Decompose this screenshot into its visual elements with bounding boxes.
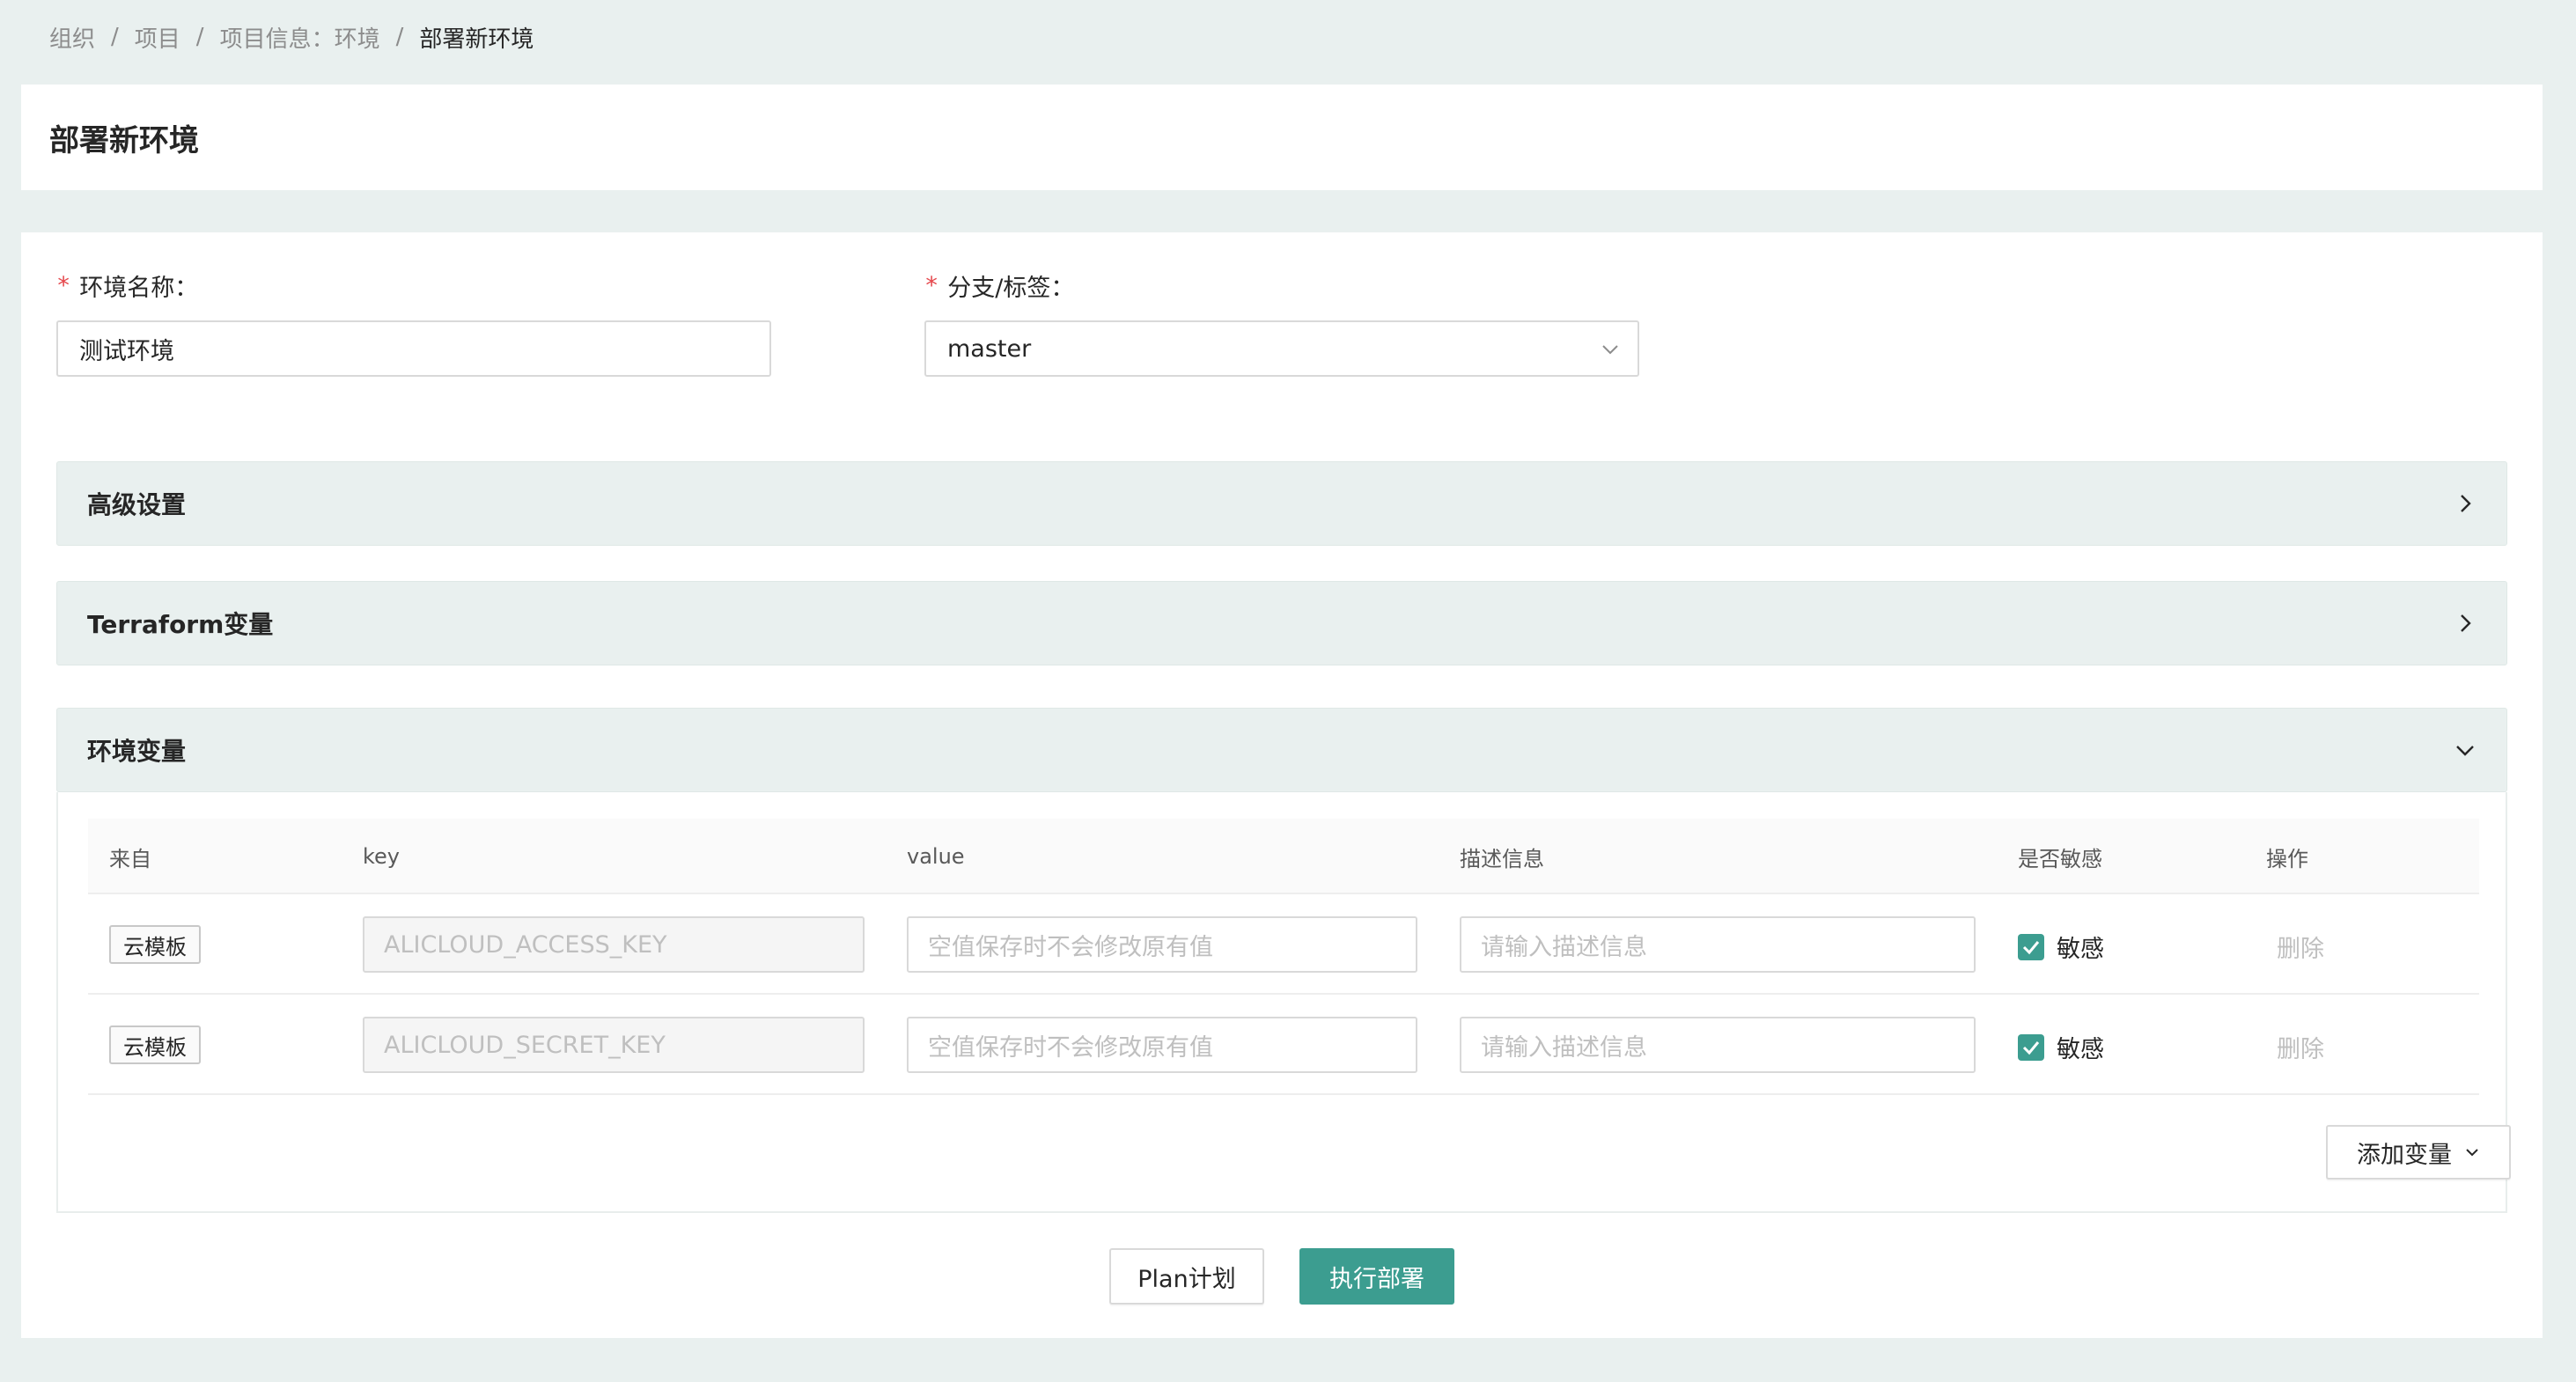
chevron-right-icon: [2461, 614, 2471, 632]
env-name-label: 环境名称：: [79, 274, 199, 302]
breadcrumb-separator: /: [111, 24, 119, 50]
key-input: ALICLOUD_SECRET_KEY: [363, 1017, 865, 1073]
env-name-input[interactable]: 测试环境: [56, 320, 771, 377]
description-input[interactable]: 请输入描述信息: [1460, 916, 1976, 973]
key-value: ALICLOUD_ACCESS_KEY: [384, 930, 667, 959]
sensitive-checkbox[interactable]: [2018, 934, 2044, 960]
add-variable-button[interactable]: 添加变量: [2326, 1125, 2511, 1180]
branch-label: 分支/标签：: [947, 274, 1075, 302]
required-mark: *: [924, 271, 939, 299]
value-input[interactable]: 空值保存时不会修改原有值: [907, 1017, 1417, 1073]
sensitive-label[interactable]: 敏感: [2057, 927, 2104, 966]
panel-terraform-title: Terraform变量: [87, 610, 274, 639]
breadcrumb-item-current: 部署新环境: [419, 26, 534, 53]
key-input: ALICLOUD_ACCESS_KEY: [363, 916, 865, 973]
add-variable-label: 添加变量: [2357, 1141, 2452, 1169]
column-header-source: 来自: [109, 846, 151, 871]
table-row: 云模板 ALICLOUD_ACCESS_KEY 空值保存时不会修改原有值 请输入…: [88, 894, 2479, 995]
chevron-down-icon: [1602, 345, 1618, 355]
source-tag: 云模板: [109, 925, 201, 964]
env-variables-body: 来自 key value 描述信息 是否敏感 操作 云模板 ALICLOUD_A…: [56, 792, 2511, 1213]
page-header: 部署新环境: [21, 85, 2543, 190]
breadcrumb: 组织 / 项目 / 项目信息：环境 / 部署新环境: [49, 19, 534, 55]
env-name-field: * 环境名称：: [56, 268, 198, 303]
value-placeholder: 空值保存时不会修改原有值: [928, 933, 1213, 961]
env-name-value: 测试环境: [79, 337, 174, 365]
sensitive-checkbox[interactable]: [2018, 1034, 2044, 1061]
delete-link[interactable]: 删除: [2277, 927, 2324, 966]
source-tag: 云模板: [109, 1025, 201, 1064]
panel-env-variables[interactable]: 环境变量: [56, 708, 2507, 792]
column-header-value: value: [907, 844, 965, 869]
column-header-sensitive: 是否敏感: [2018, 846, 2102, 871]
required-mark: *: [56, 271, 71, 299]
value-placeholder: 空值保存时不会修改原有值: [928, 1033, 1213, 1062]
breadcrumb-item-org[interactable]: 组织: [49, 21, 95, 54]
column-header-description: 描述信息: [1460, 846, 1544, 871]
checkmark-icon: [2022, 941, 2040, 955]
panel-terraform-variables[interactable]: Terraform变量: [56, 581, 2507, 665]
description-placeholder: 请输入描述信息: [1481, 933, 1647, 961]
sensitive-label[interactable]: 敏感: [2057, 1027, 2104, 1066]
value-input[interactable]: 空值保存时不会修改原有值: [907, 916, 1417, 973]
deploy-form-card: * 环境名称： 测试环境 * 分支/标签： master 高级设置 Terraf…: [21, 232, 2543, 1338]
breadcrumb-separator: /: [195, 24, 204, 50]
chevron-down-icon: [2456, 746, 2474, 756]
key-value: ALICLOUD_SECRET_KEY: [384, 1031, 666, 1059]
checkmark-icon: [2022, 1041, 2040, 1055]
table-row: 云模板 ALICLOUD_SECRET_KEY 空值保存时不会修改原有值 请输入…: [88, 995, 2479, 1095]
branch-value: master: [947, 334, 1032, 363]
deploy-button[interactable]: 执行部署: [1299, 1248, 1454, 1305]
chevron-down-icon: [2466, 1149, 2478, 1157]
breadcrumb-separator: /: [395, 24, 404, 50]
branch-field: * 分支/标签：: [924, 268, 1074, 303]
description-placeholder: 请输入描述信息: [1481, 1033, 1647, 1062]
breadcrumb-item-project[interactable]: 项目: [135, 21, 180, 54]
chevron-right-icon: [2461, 495, 2471, 512]
branch-select[interactable]: master: [924, 320, 1639, 377]
panel-advanced-title: 高级设置: [87, 490, 187, 519]
description-input[interactable]: 请输入描述信息: [1460, 1017, 1976, 1073]
column-header-key: key: [363, 844, 401, 869]
page-title: 部署新环境: [49, 122, 199, 158]
panel-advanced-settings[interactable]: 高级设置: [56, 461, 2507, 546]
column-header-action: 操作: [2266, 846, 2308, 871]
delete-link[interactable]: 删除: [2277, 1027, 2324, 1066]
breadcrumb-item-project-info[interactable]: 项目信息：环境: [220, 21, 380, 54]
plan-button[interactable]: Plan计划: [1109, 1248, 1264, 1305]
panel-env-title: 环境变量: [87, 737, 187, 766]
table-header: 来自 key value 描述信息 是否敏感 操作: [88, 819, 2479, 894]
